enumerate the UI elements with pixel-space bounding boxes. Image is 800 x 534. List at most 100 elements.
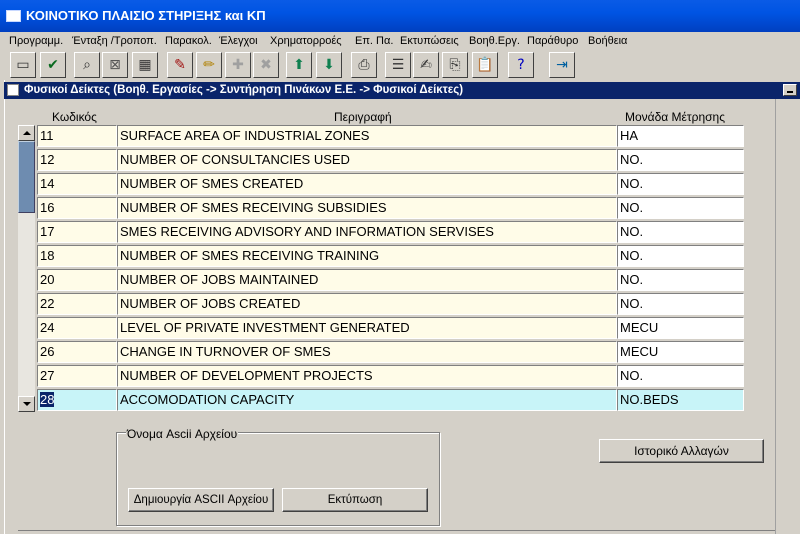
unit-field[interactable]: NO.: [617, 221, 744, 243]
edit-document-button[interactable]: ✍: [413, 52, 439, 78]
form-titlebar: Φυσικοί Δείκτες (Βοηθ. Εργασίες -> Συντή…: [4, 82, 800, 99]
copy-icon: ⎘: [449, 57, 461, 73]
description-field[interactable]: NUMBER OF JOBS CREATED: [117, 293, 617, 315]
menu-parathyro[interactable]: Παράθυρο: [527, 35, 578, 47]
minimize-button[interactable]: [783, 84, 797, 96]
list-button[interactable]: ☰: [385, 52, 411, 78]
menu-elegxoi[interactable]: Έλεγχοι: [219, 35, 258, 47]
menu-bar: Προγραμμ. Ένταξη /Τροποπ. Παρακολ. Έλεγχ…: [0, 32, 800, 50]
edit-icon: ✏: [203, 57, 215, 73]
unit-field[interactable]: NO.: [617, 149, 744, 171]
menu-xrimatorroes[interactable]: Χρηματορροές: [270, 35, 342, 47]
save-icon: ▭: [16, 57, 30, 73]
print-button[interactable]: ⎙: [351, 52, 377, 78]
code-field[interactable]: 14: [37, 173, 117, 195]
unit-field[interactable]: NO.: [617, 269, 744, 291]
description-field[interactable]: NUMBER OF DEVELOPMENT PROJECTS: [117, 365, 617, 387]
description-field[interactable]: ACCOMODATION CAPACITY: [117, 389, 617, 411]
code-field[interactable]: 16: [37, 197, 117, 219]
menu-voith-erg[interactable]: Βοηθ.Εργ.: [469, 35, 520, 47]
ascii-file-group-label: Όνομα Ascii Αρχείου: [126, 427, 239, 441]
description-field[interactable]: NUMBER OF SMES RECEIVING SUBSIDIES: [117, 197, 617, 219]
unit-field[interactable]: NO.: [617, 173, 744, 195]
change-history-button[interactable]: Ιστορικό Αλλαγών: [599, 439, 764, 463]
scroll-up-button[interactable]: [18, 125, 35, 141]
menu-entaxi[interactable]: Ένταξη /Τροποπ.: [72, 35, 157, 47]
description-field[interactable]: LEVEL OF PRIVATE INVESTMENT GENERATED: [117, 317, 617, 339]
unit-field[interactable]: NO.: [617, 245, 744, 267]
help-button[interactable]: ?: [508, 52, 534, 78]
description-field[interactable]: NUMBER OF CONSULTANCIES USED: [117, 149, 617, 171]
toolbar: ▭ ✔ ⌕ ⊠ ▦ ✎ ✏ ✚ ✖ ⬆ ⬇ ⎙ ☰ ✍ ⎘ 📋? ⇥: [0, 50, 800, 80]
exit-button[interactable]: ⇥: [549, 52, 575, 78]
description-field[interactable]: SMES RECEIVING ADVISORY AND INFORMATION …: [117, 221, 617, 243]
exit-icon: ⇥: [556, 57, 568, 73]
print-button[interactable]: Εκτύπωση: [282, 488, 428, 512]
vertical-scrollbar[interactable]: [18, 125, 35, 412]
previous-record-button[interactable]: ⬆: [286, 52, 312, 78]
execute-query-icon: ▦: [138, 57, 152, 73]
accept-button[interactable]: ✔: [40, 52, 66, 78]
menu-ektyposeis[interactable]: Εκτυπώσεις: [400, 35, 459, 47]
code-field[interactable]: 22: [37, 293, 117, 315]
description-field[interactable]: SURFACE AREA OF INDUSTRIAL ZONES: [117, 125, 617, 147]
enter-query-icon: ⌕: [83, 57, 91, 73]
edit-document-icon: ✍: [420, 57, 432, 73]
menu-ep-pa[interactable]: Επ. Πα.: [355, 35, 393, 47]
enter-query-button[interactable]: ⌕: [74, 52, 100, 78]
code-field[interactable]: 17: [37, 221, 117, 243]
selected-code-text: 28: [40, 392, 55, 407]
code-field[interactable]: 20: [37, 269, 117, 291]
form-right-edge: [775, 99, 800, 534]
unit-field[interactable]: MECU: [617, 341, 744, 363]
unit-field[interactable]: NO.: [617, 293, 744, 315]
code-field[interactable]: 28: [37, 389, 117, 411]
description-field[interactable]: CHANGE IN TURNOVER OF SMES: [117, 341, 617, 363]
delete-record-icon: ✖: [260, 57, 272, 73]
unit-field[interactable]: MECU: [617, 317, 744, 339]
description-field[interactable]: NUMBER OF JOBS MAINTAINED: [117, 269, 617, 291]
form-icon: [7, 84, 19, 96]
code-field[interactable]: 12: [37, 149, 117, 171]
insert-record-button[interactable]: ✚: [225, 52, 251, 78]
copy-button[interactable]: ⎘: [442, 52, 468, 78]
execute-query-button[interactable]: ▦: [132, 52, 158, 78]
menu-voitheia[interactable]: Βοήθεια: [588, 35, 627, 47]
code-field[interactable]: 11: [37, 125, 117, 147]
description-field[interactable]: NUMBER OF SMES CREATED: [117, 173, 617, 195]
unit-field[interactable]: NO.BEDS: [617, 389, 744, 411]
app-icon: [6, 10, 21, 22]
next-record-icon: ⬇: [323, 57, 335, 73]
paste-button[interactable]: 📋: [472, 52, 498, 78]
clear-icon: ✎: [174, 57, 186, 73]
code-field[interactable]: 24: [37, 317, 117, 339]
edit-button[interactable]: ✏: [196, 52, 222, 78]
clear-button[interactable]: ✎: [167, 52, 193, 78]
code-field[interactable]: 18: [37, 245, 117, 267]
cancel-query-button[interactable]: ⊠: [102, 52, 128, 78]
create-ascii-file-button[interactable]: Δημιουργία ASCII Αρχείου: [128, 488, 274, 512]
menu-programm[interactable]: Προγραμμ.: [9, 35, 63, 47]
menu-parakol[interactable]: Παρακολ.: [165, 35, 212, 47]
unit-field[interactable]: NO.: [617, 197, 744, 219]
list-icon: ☰: [391, 57, 405, 73]
unit-field[interactable]: NO.: [617, 365, 744, 387]
save-button[interactable]: ▭: [10, 52, 36, 78]
delete-record-button[interactable]: ✖: [253, 52, 279, 78]
scroll-thumb[interactable]: [18, 141, 35, 213]
accept-icon: ✔: [47, 57, 59, 73]
next-record-button[interactable]: ⬇: [316, 52, 342, 78]
print-icon: ⎙: [358, 57, 370, 73]
unit-field[interactable]: HA: [617, 125, 744, 147]
code-field[interactable]: 27: [37, 365, 117, 387]
column-header-description: Περιγραφή: [334, 110, 392, 124]
column-header-code: Κωδικός: [52, 110, 97, 124]
window-title: ΚΟΙΝΟΤΙΚΟ ΠΛΑΙΣΙΟ ΣΤΗΡΙΞΗΣ και ΚΠ: [26, 8, 266, 23]
description-field[interactable]: NUMBER OF SMES RECEIVING TRAINING: [117, 245, 617, 267]
form-title: Φυσικοί Δείκτες (Βοηθ. Εργασίες -> Συντή…: [24, 84, 464, 96]
paste-icon: 📋: [476, 57, 494, 73]
scroll-down-button[interactable]: [18, 396, 35, 412]
code-field[interactable]: 26: [37, 341, 117, 363]
cancel-query-icon: ⊠: [109, 57, 121, 73]
previous-record-icon: ⬆: [293, 57, 305, 73]
